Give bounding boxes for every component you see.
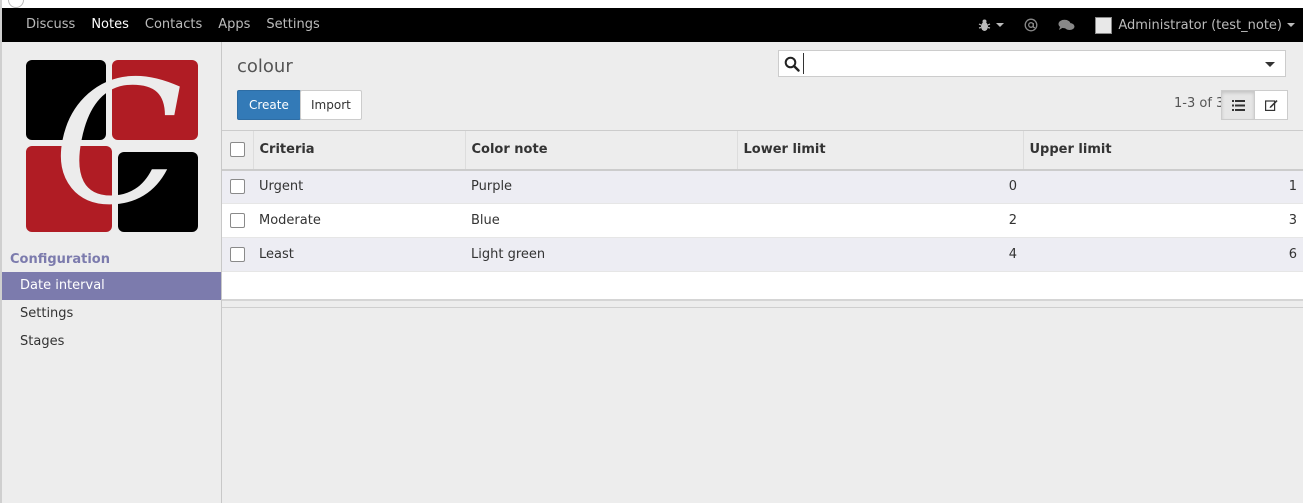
table-header: Criteria Color note Lower limit Upper li… <box>222 130 1303 171</box>
sidebar: C Configuration Date interval Settings S… <box>2 42 222 503</box>
select-all-cell <box>222 130 253 171</box>
mentions-button[interactable] <box>1024 18 1038 32</box>
cell-lower-limit: 4 <box>737 237 1023 272</box>
row-select-cell <box>222 203 253 238</box>
app-menu: Discuss Notes Contacts Apps Settings <box>2 8 328 42</box>
svg-text:C: C <box>53 60 183 232</box>
column-color-note[interactable]: Color note <box>464 130 737 171</box>
sidebar-menu: Date interval Settings Stages <box>2 272 221 356</box>
chevron-down-icon <box>996 23 1005 27</box>
pager-value[interactable]: 1-3 of 3 <box>1174 96 1224 111</box>
column-criteria[interactable]: Criteria <box>252 130 465 171</box>
user-name: Administrator (test_note) <box>1118 17 1282 33</box>
column-lower-limit[interactable]: Lower limit <box>736 130 1023 171</box>
sidebar-heading: Configuration <box>10 252 110 267</box>
row-select-cell <box>222 169 253 204</box>
systray: Administrator (test_note) <box>968 8 1303 42</box>
select-all-checkbox[interactable] <box>230 142 245 158</box>
create-button[interactable]: Create <box>237 90 301 120</box>
row-checkbox[interactable] <box>230 247 245 262</box>
cell-upper-limit: 6 <box>1023 237 1303 272</box>
table-row[interactable]: Urgent Purple 0 1 <box>222 169 1303 204</box>
table-row[interactable]: Moderate Blue 2 3 <box>222 203 1303 238</box>
user-menu[interactable]: Administrator (test_note) <box>1095 16 1295 34</box>
edit-icon <box>1264 100 1278 111</box>
row-checkbox[interactable] <box>230 179 245 195</box>
column-upper-limit[interactable]: Upper limit <box>1022 130 1303 171</box>
empty-cell <box>222 271 1303 301</box>
menu-discuss[interactable]: Discuss <box>2 8 83 42</box>
search-bar <box>778 50 1286 77</box>
debug-menu[interactable] <box>978 19 1005 32</box>
control-panel: colour Create Import 1-3 of 3 <box>222 42 1303 130</box>
breadcrumb: colour <box>237 56 293 77</box>
top-navbar: Discuss Notes Contacts Apps Settings Adm… <box>2 8 1303 42</box>
cell-upper-limit: 1 <box>1023 169 1303 204</box>
view-switcher <box>1221 90 1288 120</box>
cell-criteria: Least <box>253 237 465 272</box>
cell-color-note: Light green <box>465 237 737 272</box>
menu-contacts[interactable]: Contacts <box>137 8 210 42</box>
cell-upper-limit: 3 <box>1023 203 1303 238</box>
company-logo: C <box>26 60 198 232</box>
sidebar-item-settings[interactable]: Settings <box>2 300 221 328</box>
menu-notes[interactable]: Notes <box>83 8 137 42</box>
cell-color-note: Purple <box>465 169 737 204</box>
cell-lower-limit: 0 <box>737 169 1023 204</box>
cell-color-note: Blue <box>465 203 737 238</box>
main-content: colour Create Import 1-3 of 3 Criteria C… <box>222 42 1303 503</box>
chat-icon <box>1058 19 1075 30</box>
search-input[interactable] <box>803 53 1252 74</box>
menu-apps[interactable]: Apps <box>210 8 258 42</box>
form-view-button[interactable] <box>1254 90 1288 120</box>
list-icon <box>1231 99 1245 111</box>
import-button[interactable]: Import <box>300 90 362 120</box>
list-view-button[interactable] <box>1221 90 1255 120</box>
chevron-down-icon <box>1287 23 1295 27</box>
records-table: Criteria Color note Lower limit Upper li… <box>222 130 1303 301</box>
window-circle-icon <box>8 0 24 8</box>
bug-icon <box>979 19 991 31</box>
cell-criteria: Urgent <box>253 169 465 204</box>
messages-button[interactable] <box>1058 19 1075 32</box>
search-options-toggle[interactable] <box>1265 62 1275 67</box>
at-icon <box>1024 18 1038 32</box>
cell-lower-limit: 2 <box>737 203 1023 238</box>
cell-criteria: Moderate <box>253 203 465 238</box>
sidebar-item-date-interval[interactable]: Date interval <box>2 272 221 300</box>
menu-settings[interactable]: Settings <box>258 8 327 42</box>
row-select-cell <box>222 237 253 272</box>
table-row[interactable]: Least Light green 4 6 <box>222 237 1303 272</box>
content-divider <box>222 307 1303 308</box>
avatar <box>1095 16 1113 34</box>
list-view: Criteria Color note Lower limit Upper li… <box>222 130 1303 301</box>
window-top-strip <box>0 0 1303 8</box>
sidebar-item-stages[interactable]: Stages <box>2 328 221 356</box>
row-checkbox[interactable] <box>230 213 245 228</box>
table-empty-row <box>222 271 1303 301</box>
search-icon <box>784 56 800 72</box>
